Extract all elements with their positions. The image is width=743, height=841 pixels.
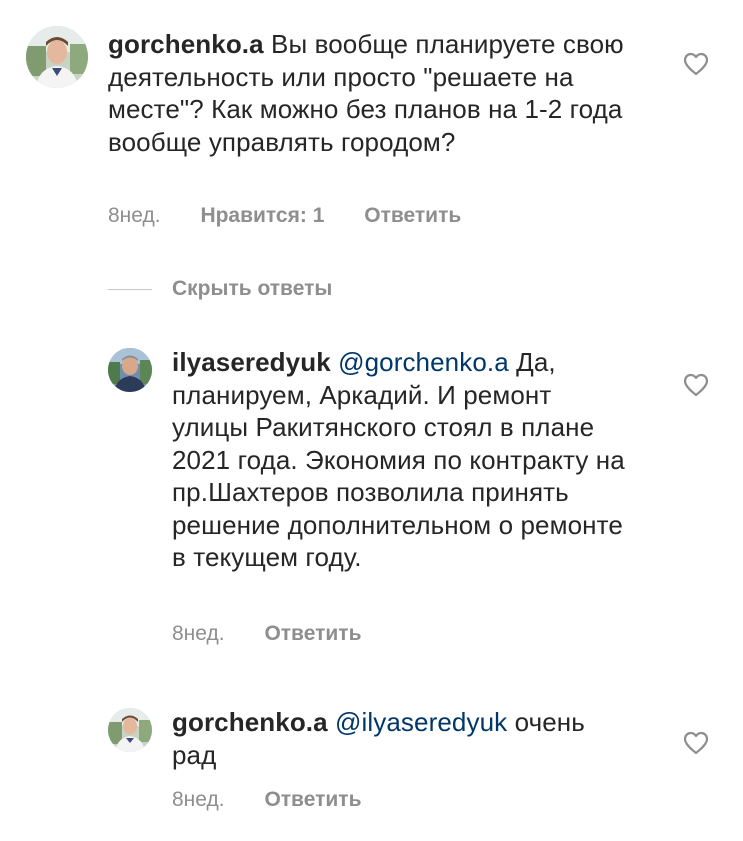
avatar[interactable] [26,26,88,88]
comment-meta: 8нед. Ответить [172,621,361,647]
user-avatar-icon [108,348,152,392]
user-avatar-icon [26,26,88,88]
reply-button[interactable]: Ответить [264,788,361,811]
hide-replies-label[interactable]: Скрыть ответы [172,277,332,301]
like-heart-icon[interactable] [683,373,709,397]
comment-meta: 8нед. Ответить [172,787,361,813]
comment-username[interactable]: gorchenko.a [108,29,264,59]
comment-body: Да, планируем, Аркадий. И ремонт улицы Р… [172,347,625,572]
comment-username[interactable]: gorchenko.a [172,707,328,737]
hide-replies-toggle[interactable]: Скрыть ответы [108,276,332,302]
reply-button[interactable]: Ответить [364,204,461,227]
comment-likes-count[interactable]: Нравится: 1 [200,204,324,227]
comment-mention[interactable]: @ilyaseredyuk [335,707,507,737]
comment-meta: 8нед. Нравится: 1 Ответить [108,203,461,229]
comment-mention[interactable]: @gorchenko.a [338,347,509,377]
divider-line [108,288,152,290]
avatar[interactable] [108,348,152,392]
reply-button[interactable]: Ответить [264,622,361,645]
user-avatar-icon [108,708,152,752]
avatar[interactable] [108,708,152,752]
like-heart-icon[interactable] [683,52,709,76]
heart-outline-icon [683,373,709,397]
heart-outline-icon [683,731,709,755]
like-heart-icon[interactable] [683,731,709,755]
heart-outline-icon [683,52,709,76]
comment-time: 8нед. [172,622,225,645]
comment-time: 8нед. [172,788,225,811]
comment-text: ilyaseredyuk @gorchenko.a Да, планируем,… [172,346,632,574]
comment-text: gorchenko.a @ilyaseredyuk очень рад [172,706,632,771]
comment-time: 8нед. [108,204,161,227]
comment-text: gorchenko.a Вы вообще планируете свою де… [108,28,628,158]
comment-username[interactable]: ilyaseredyuk [172,347,331,377]
